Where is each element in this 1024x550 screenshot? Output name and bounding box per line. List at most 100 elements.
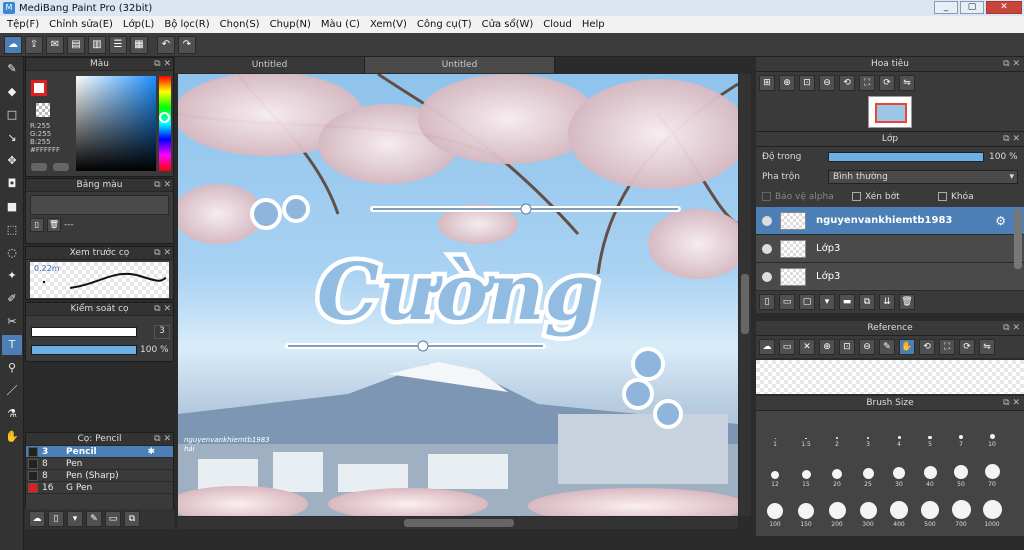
cloud-icon[interactable]: ☁ (4, 35, 22, 54)
actual-size-icon[interactable]: ⊡ (839, 339, 855, 355)
new-1bit-layer-icon[interactable]: ▢ (799, 294, 815, 310)
brush-size-option[interactable]: 15 (791, 457, 821, 488)
maximize-button[interactable]: ▢ (960, 1, 984, 14)
color-mode-button[interactable] (31, 163, 47, 171)
menu-select[interactable]: Chọn(S) (215, 19, 265, 30)
menu-view[interactable]: Xem(V) (365, 19, 412, 30)
folder-icon[interactable]: ▭ (105, 511, 121, 527)
magic-wand-icon[interactable]: ✦ (2, 266, 22, 286)
panel-close-icon[interactable]: ⧉ ✕ (1003, 57, 1020, 71)
brush-size-option[interactable]: 1.5 (791, 417, 821, 448)
redo-button[interactable]: ↷ (178, 35, 196, 54)
brush-size-option[interactable]: 50 (946, 457, 976, 488)
gear-icon[interactable]: ⚙ (995, 214, 1006, 228)
palette-swatches[interactable] (30, 195, 169, 215)
brush-size-option[interactable]: 150 (791, 497, 821, 528)
brush-size-option[interactable]: 4 (884, 417, 914, 448)
lock-option[interactable]: Khóa (938, 192, 974, 202)
new-layer-menu-icon[interactable]: ▾ (819, 294, 835, 310)
brush-size-option[interactable]: 70 (977, 457, 1007, 488)
text-tool-icon[interactable]: T (2, 335, 22, 355)
brush-size-option[interactable]: 12 (760, 457, 790, 488)
brush-tool-icon[interactable]: ✎ (2, 59, 22, 79)
cloud-icon[interactable]: ☁ (759, 339, 775, 355)
brush-size-option[interactable]: 20 (822, 457, 852, 488)
new-layer-icon[interactable]: ▯ (759, 294, 775, 310)
brush-size-option[interactable]: 7 (946, 417, 976, 448)
brush-item[interactable]: 3 Pencil ✱ (26, 446, 173, 458)
hand-tool-icon[interactable]: ✋ (2, 427, 22, 447)
cloud-brush-icon[interactable]: ☁ (29, 511, 45, 527)
brush-size-slider[interactable] (31, 327, 137, 337)
eyedropper-tool-icon[interactable]: ⚗ (2, 404, 22, 424)
page-icon[interactable]: ▥ (88, 35, 106, 54)
operation-tool-icon[interactable]: ⚲ (2, 358, 22, 378)
select-rect-icon[interactable]: ⬚ (2, 220, 22, 240)
new-brush-icon[interactable]: ▯ (48, 511, 64, 527)
brush-item[interactable]: 8 Pen (Sharp) (26, 470, 173, 482)
saturation-value-picker[interactable] (76, 76, 156, 171)
navigator-preview[interactable] (756, 94, 1024, 132)
hand-icon[interactable]: ✋ (899, 339, 915, 355)
visibility-eye-icon[interactable] (762, 215, 772, 226)
brush-size-option[interactable]: 40 (915, 457, 945, 488)
menu-edit[interactable]: Chỉnh sửa(E) (44, 19, 118, 30)
eyedropper-icon[interactable]: ✎ (879, 339, 895, 355)
brush-menu-icon[interactable]: ▾ (67, 511, 83, 527)
doc-tab-active[interactable]: Untitled (365, 57, 555, 73)
menu-capture[interactable]: Chụp(N) (265, 19, 316, 30)
zoom-out-icon[interactable]: ⊖ (859, 339, 875, 355)
open-folder-icon[interactable]: ▭ (779, 339, 795, 355)
fill-tool-icon[interactable]: ◘ (2, 174, 22, 194)
select-eraser-icon[interactable]: ✂ (2, 312, 22, 332)
brush-size-option[interactable]: 100 (760, 497, 790, 528)
folder-icon[interactable]: ▬ (839, 294, 855, 310)
canvas-vertical-scrollbar[interactable] (739, 74, 751, 516)
primary-color-swatch[interactable] (31, 80, 47, 96)
list-icon[interactable]: ☰ (109, 35, 127, 54)
menu-tools[interactable]: Công cụ(T) (412, 19, 477, 30)
fit-window-icon[interactable]: ⛶ (859, 75, 875, 91)
panel-close-icon[interactable]: ⧉ ✕ (154, 303, 171, 315)
brush-size-value[interactable]: 3 (154, 325, 170, 339)
fit-window-icon[interactable]: ⛶ (939, 339, 955, 355)
divide-tool-icon[interactable]: ／ (2, 381, 22, 401)
minimize-button[interactable]: _ (934, 1, 958, 14)
menu-window[interactable]: Cửa sổ(W) (477, 19, 539, 30)
brush-size-option[interactable]: 200 (822, 497, 852, 528)
rotate-right-icon[interactable]: ⟳ (959, 339, 975, 355)
gradient-tool-icon[interactable]: ■ (2, 197, 22, 217)
actual-size-icon[interactable]: ⊡ (799, 75, 815, 91)
brush-size-option[interactable]: 700 (946, 497, 976, 528)
rect-tool-icon[interactable]: □ (2, 105, 22, 125)
panel-close-icon[interactable]: ⧉ ✕ (154, 58, 171, 70)
rotate-left-icon[interactable]: ⟲ (839, 75, 855, 91)
new-8bit-layer-icon[interactable]: ▭ (779, 294, 795, 310)
secondary-color-swatch[interactable] (36, 103, 50, 117)
color-swap-button[interactable] (53, 163, 69, 171)
panel-close-icon[interactable]: ⧉ ✕ (1003, 396, 1020, 410)
eraser-tool-icon[interactable]: ◆ (2, 82, 22, 102)
layer-item[interactable]: Lớp3 (756, 235, 1024, 263)
rotate-left-icon[interactable]: ⟲ (919, 339, 935, 355)
flip-icon[interactable]: ⇋ (979, 339, 995, 355)
hue-handle[interactable] (159, 112, 170, 123)
protect-alpha-option[interactable]: Bảo vệ alpha (762, 192, 852, 202)
document-icon[interactable]: ▤ (67, 35, 85, 54)
brush-size-option[interactable]: 2 (822, 417, 852, 448)
brush-size-option[interactable]: 500 (915, 497, 945, 528)
layer-item[interactable]: Lớp3 (756, 263, 1024, 291)
menu-file[interactable]: Tệp(F) (2, 19, 44, 30)
delete-layer-icon[interactable]: 🗑 (899, 294, 915, 310)
brush-size-option[interactable]: 25 (853, 457, 883, 488)
blend-mode-select[interactable]: Bình thường ▾ (828, 170, 1018, 184)
share-icon[interactable]: ⇪ (25, 35, 43, 54)
edit-brush-icon[interactable]: ✎ (86, 511, 102, 527)
brush-item[interactable]: 16 G Pen (26, 482, 173, 494)
panel-close-icon[interactable]: ⧉ ✕ (154, 433, 171, 445)
brush-size-option[interactable]: 300 (853, 497, 883, 528)
move-tool-icon[interactable]: ✥ (2, 151, 22, 171)
menu-layer[interactable]: Lớp(L) (118, 19, 159, 30)
panel-close-icon[interactable]: ⧉ ✕ (1003, 132, 1020, 146)
zoom-in-icon[interactable]: ⊕ (819, 339, 835, 355)
